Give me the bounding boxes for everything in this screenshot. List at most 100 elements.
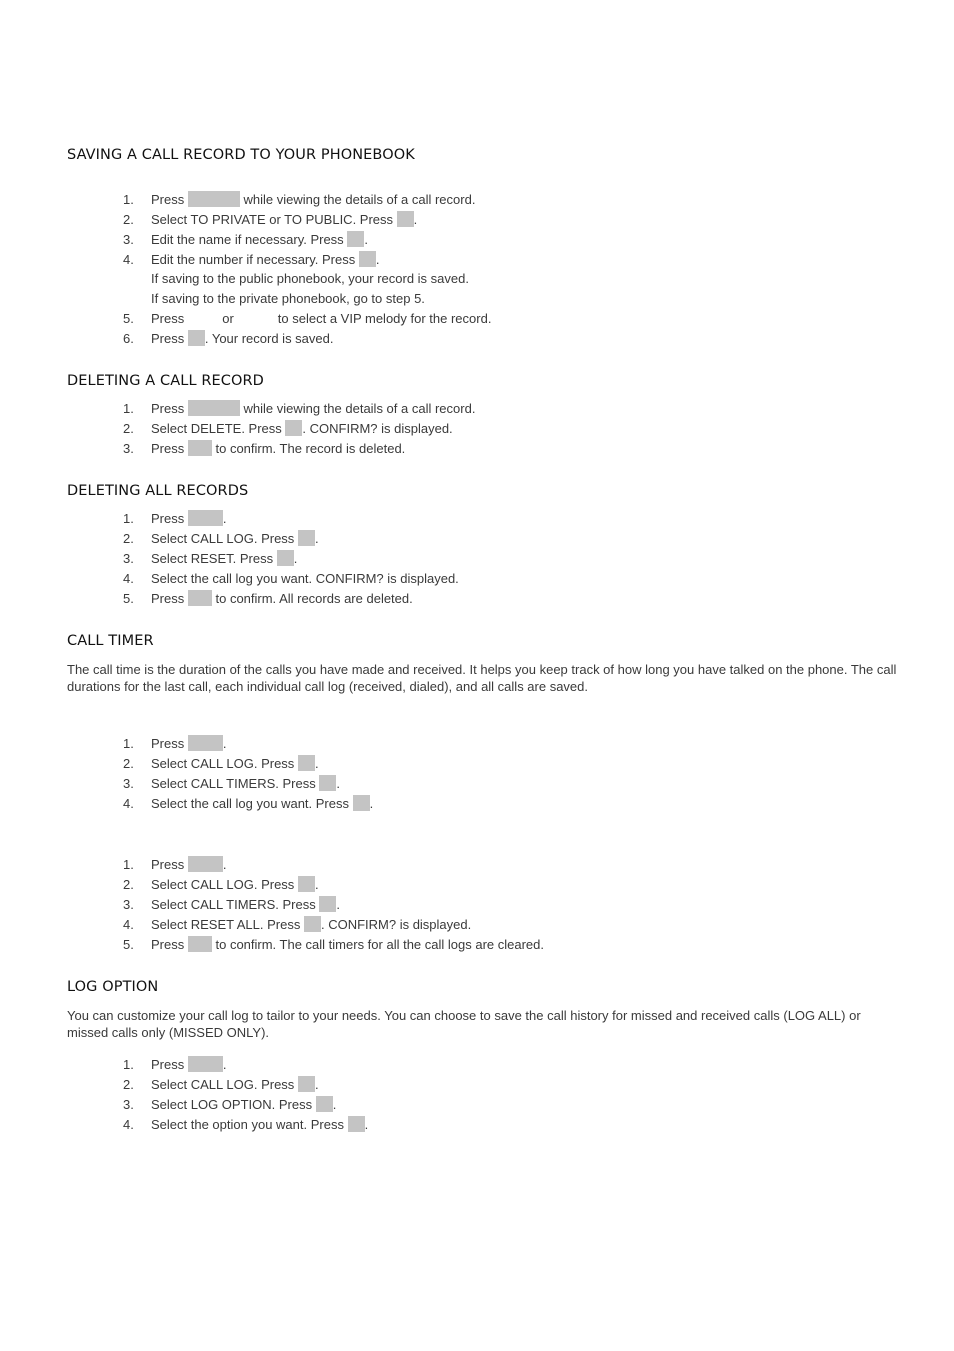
ok-key-icon <box>319 896 337 912</box>
step-number: 2. <box>123 531 134 546</box>
step-number: 2. <box>123 877 134 892</box>
section-paragraph: The call time is the duration of the cal… <box>67 662 897 694</box>
step-text: Press <box>151 937 185 952</box>
step-text: Select CALL LOG. Press <box>151 756 295 771</box>
step-text: Select CALL LOG. Press <box>151 531 295 546</box>
step-number: 2. <box>123 421 134 436</box>
call-log-key-icon <box>187 856 223 872</box>
step-number: 3. <box>123 897 134 912</box>
confirm-key-icon <box>187 440 212 456</box>
ok-key-icon <box>396 211 414 227</box>
step-text: . <box>369 796 374 811</box>
step-text: Press <box>151 1057 185 1072</box>
step-text: Select the call log you want. CONFIRM? i… <box>151 571 459 586</box>
step-text: or <box>222 311 234 326</box>
step-text: Press <box>151 401 185 416</box>
step-number: 5. <box>123 311 134 326</box>
step-text: . Your record is saved. <box>204 331 334 346</box>
step-number: 1. <box>123 401 134 416</box>
step-text: . <box>314 1077 319 1092</box>
section-heading-saving: SAVING A CALL RECORD TO YOUR PHONEBOOK <box>67 147 415 163</box>
step-number: 5. <box>123 937 134 952</box>
step-number: 4. <box>123 252 134 267</box>
section-heading-deleting-all: DELETING ALL RECORDS <box>67 483 249 499</box>
step-text: Select TO PRIVATE or TO PUBLIC. Press <box>151 212 394 227</box>
ok-key-icon <box>358 251 376 267</box>
step-text: . <box>222 1057 227 1072</box>
step-number: 6. <box>123 331 134 346</box>
step-text: . <box>222 511 227 526</box>
step-text: Select CALL LOG. Press <box>151 1077 295 1092</box>
step-text: Press <box>151 311 185 326</box>
ok-key-icon <box>297 755 315 771</box>
ok-key-icon <box>319 775 337 791</box>
step-text: Select DELETE. Press <box>151 421 282 436</box>
step-text: . <box>314 756 319 771</box>
step-text: Select LOG OPTION. Press <box>151 1097 313 1112</box>
confirm-key-icon <box>187 936 212 952</box>
ok-key-icon <box>315 1096 333 1112</box>
step-number: 1. <box>123 1057 134 1072</box>
step-number: 4. <box>123 796 134 811</box>
step-text: . <box>314 531 319 546</box>
step-number: 3. <box>123 441 134 456</box>
step-text: . <box>336 897 340 912</box>
step-number: 2. <box>123 1077 134 1092</box>
ok-key-icon <box>297 876 315 892</box>
step-text: . CONFIRM? is displayed. <box>320 917 472 932</box>
call-log-key-icon <box>187 510 223 526</box>
step-number: 1. <box>123 857 134 872</box>
step-text: . <box>336 776 340 791</box>
call-log-key-icon <box>187 735 223 751</box>
step-text: Select CALL TIMERS. Press <box>151 776 316 791</box>
section-paragraph: You can customize your call log to tailo… <box>67 1008 861 1040</box>
step-number: 2. <box>123 212 134 227</box>
step-number: 1. <box>123 511 134 526</box>
step-text: to confirm. All records are deleted. <box>215 591 413 606</box>
ok-key-icon <box>352 795 370 811</box>
step-text: Press <box>151 192 185 207</box>
step-note: If saving to the private phonebook, go t… <box>151 291 425 306</box>
step-text: Edit the name if necessary. Press <box>151 232 344 247</box>
section-heading-log-option: LOG OPTION <box>67 979 159 995</box>
step-text: to confirm. The call timers for all the … <box>215 937 544 952</box>
step-note: If saving to the public phonebook, your … <box>151 271 469 286</box>
step-number: 5. <box>123 591 134 606</box>
ok-key-icon <box>347 231 365 247</box>
ok-key-icon <box>303 916 321 932</box>
step-text: Select RESET ALL. Press <box>151 917 301 932</box>
ok-key-icon <box>285 420 303 436</box>
step-text: . <box>222 857 227 872</box>
step-number: 1. <box>123 736 134 751</box>
step-text: . <box>364 1117 369 1132</box>
step-text: Select RESET. Press <box>151 551 274 566</box>
menu-key-icon <box>187 191 240 207</box>
step-text: Press <box>151 441 185 456</box>
step-text: Select the call log you want. Press <box>151 796 349 811</box>
step-text: Press <box>151 591 185 606</box>
step-text: . <box>222 736 227 751</box>
ok-key-icon <box>297 1076 315 1092</box>
menu-key-icon <box>187 400 240 416</box>
step-number: 4. <box>123 917 134 932</box>
step-text: Select the option you want. Press <box>151 1117 344 1132</box>
step-text: . CONFIRM? is displayed. <box>302 421 453 436</box>
step-text: . <box>413 212 418 227</box>
step-text: Press <box>151 511 185 526</box>
step-text: . <box>375 252 380 267</box>
step-text: while viewing the details of a call reco… <box>243 401 476 416</box>
section-heading-deleting-record: DELETING A CALL RECORD <box>67 373 264 389</box>
step-text: while viewing the details of a call reco… <box>243 192 476 207</box>
step-number: 4. <box>123 571 134 586</box>
step-text: Press <box>151 857 185 872</box>
step-number: 3. <box>123 232 134 247</box>
ok-key-icon <box>347 1116 365 1132</box>
step-number: 4. <box>123 1117 134 1132</box>
step-text: Edit the number if necessary. Press <box>151 252 356 267</box>
step-text: . <box>314 877 319 892</box>
section-heading-call-timer: CALL TIMER <box>67 633 154 649</box>
step-text: Select CALL LOG. Press <box>151 877 295 892</box>
step-text: to confirm. The record is deleted. <box>215 441 406 456</box>
step-text: . <box>293 551 298 566</box>
ok-key-icon <box>276 550 294 566</box>
